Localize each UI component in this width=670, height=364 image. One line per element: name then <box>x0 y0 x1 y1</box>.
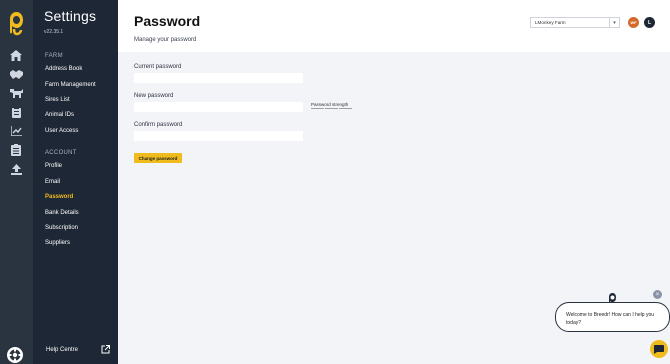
sidebar-item-bank-details[interactable]: Bank Details <box>45 210 79 216</box>
icon-rail <box>0 0 33 364</box>
password-strength-meter <box>311 108 352 109</box>
page-subtitle: Manage your password <box>134 37 197 43</box>
new-password-field[interactable] <box>134 102 303 112</box>
upload-icon[interactable] <box>9 162 23 176</box>
page-title: Password <box>134 13 201 29</box>
checklist-icon[interactable] <box>9 143 23 157</box>
sidebar-item-suppliers[interactable]: Suppliers <box>45 240 70 246</box>
home-icon[interactable] <box>9 48 23 62</box>
handshake-icon[interactable] <box>9 67 23 81</box>
sidebar-item-profile[interactable]: Profile <box>45 163 62 169</box>
password-strength-label: Password strength <box>311 102 349 107</box>
chat-launcher-button[interactable] <box>650 340 668 358</box>
sidebar-item-animal-ids[interactable]: Animal IDs <box>45 112 74 118</box>
sidebar-item-email[interactable]: Email <box>45 179 60 185</box>
gear-icon[interactable] <box>6 346 24 364</box>
new-password-label: New password <box>134 93 174 99</box>
sidebar-item-user-access[interactable]: User Access <box>45 128 78 134</box>
current-password-field[interactable] <box>134 73 303 83</box>
section-account: ACCOUNT <box>45 150 77 156</box>
chat-welcome-bubble[interactable]: Welcome to Breedr! How can I help you to… <box>555 302 670 332</box>
current-password-label: Current password <box>134 64 182 70</box>
farm-select-value: LMonkey Farm <box>535 20 566 25</box>
chevron-down-icon[interactable]: ▾ <box>609 18 619 27</box>
settings-sidebar: Settings v22.35.1 FARM Address Book Farm… <box>33 0 118 364</box>
external-link-icon[interactable] <box>101 345 110 354</box>
clipboard-icon[interactable] <box>9 105 23 119</box>
sidebar-item-password[interactable]: Password <box>45 194 73 200</box>
user-avatar[interactable]: L <box>644 17 655 28</box>
page-header: Password Manage your password LMonkey Fa… <box>118 0 670 52</box>
chart-icon[interactable] <box>9 124 23 138</box>
change-password-button[interactable]: Change password <box>134 153 182 163</box>
farm-avatar[interactable]: WF <box>628 17 639 28</box>
farm-select[interactable]: LMonkey Farm ▾ <box>530 17 620 28</box>
chat-close-button[interactable]: × <box>653 290 662 299</box>
section-farm: FARM <box>45 53 63 59</box>
help-centre-link[interactable]: Help Centre <box>46 347 78 353</box>
cow-icon[interactable] <box>9 86 23 100</box>
confirm-password-field[interactable] <box>134 131 303 141</box>
sidebar-item-sires-list[interactable]: Sires List <box>45 97 70 103</box>
sidebar-item-subscription[interactable]: Subscription <box>45 225 78 231</box>
sidebar-item-farm-management[interactable]: Farm Management <box>45 82 96 88</box>
sidebar-title: Settings <box>44 8 97 24</box>
version-label: v22.35.1 <box>44 29 64 35</box>
breedr-logo-icon[interactable] <box>6 10 27 36</box>
confirm-password-label: Confirm password <box>134 122 183 128</box>
sidebar-item-address-book[interactable]: Address Book <box>45 66 82 72</box>
chat-icon <box>654 344 664 354</box>
